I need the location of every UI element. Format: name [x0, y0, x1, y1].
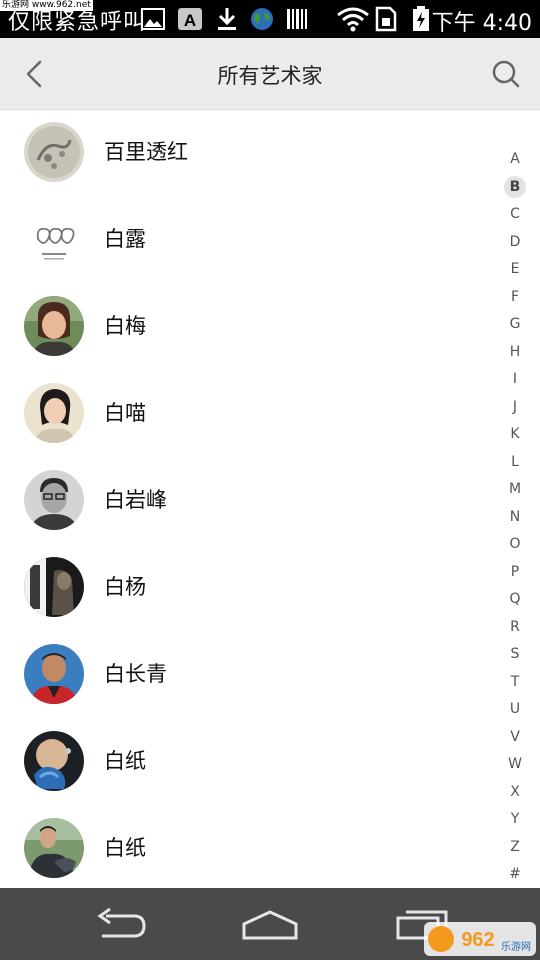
globe-icon	[251, 8, 273, 30]
sim-card-icon	[375, 6, 397, 32]
clock: 下午 4:40	[432, 5, 532, 37]
artist-name: 白梅	[104, 314, 146, 338]
index-letter[interactable]: R	[500, 616, 530, 638]
time-value: 4:40	[482, 11, 532, 36]
battery-charging-icon	[413, 6, 429, 31]
artist-avatar	[24, 731, 84, 791]
index-letter[interactable]: Z	[500, 836, 530, 858]
artist-name: 白岩峰	[104, 488, 167, 512]
index-letter[interactable]: D	[500, 231, 530, 253]
index-letter[interactable]: S	[500, 643, 530, 665]
artist-row[interactable]: 白梅	[0, 284, 500, 371]
watermark: 乐游网 www.962.net	[0, 0, 93, 11]
watermark-site: 乐游网	[501, 940, 531, 953]
status-bar: 仅限紧急呼叫 乐游网 www.962.net A 下午 4:40	[0, 0, 540, 38]
artist-avatar	[24, 470, 84, 530]
index-letter[interactable]: H	[500, 341, 530, 363]
index-letter[interactable]: X	[500, 781, 530, 803]
search-icon[interactable]	[490, 58, 522, 90]
download-icon	[218, 8, 236, 30]
artist-name: 白杨	[104, 575, 146, 599]
index-letter[interactable]: T	[500, 671, 530, 693]
index-letter[interactable]: F	[500, 286, 530, 308]
artist-row[interactable]: 白露	[0, 197, 500, 284]
artist-row[interactable]: 白岩峰	[0, 458, 500, 545]
watermark-number: 962	[461, 929, 494, 951]
barcode-icon	[287, 9, 307, 29]
page-title: 所有艺术家	[217, 64, 323, 88]
artist-avatar	[24, 296, 84, 356]
index-letter[interactable]: L	[500, 451, 530, 473]
artist-row[interactable]: 白长青	[0, 632, 500, 719]
artist-row[interactable]: 白喵	[0, 371, 500, 458]
index-letter[interactable]: U	[500, 698, 530, 720]
watermark-logo: 962 乐游网	[424, 922, 536, 956]
index-letter[interactable]: K	[500, 423, 530, 445]
back-nav-icon[interactable]	[92, 906, 148, 942]
artist-name: 白露	[104, 227, 146, 251]
index-letter[interactable]: I	[500, 368, 530, 390]
artist-row[interactable]: 白纸	[0, 719, 500, 806]
artist-row[interactable]: 白纸	[0, 806, 500, 893]
index-letter[interactable]: #	[500, 863, 530, 885]
index-letter[interactable]: G	[500, 313, 530, 335]
index-letter[interactable]: Q	[500, 588, 530, 610]
artist-name: 白长青	[104, 662, 167, 686]
artist-row[interactable]: 百里透红	[0, 110, 500, 197]
index-letter[interactable]: O	[500, 533, 530, 555]
index-letter[interactable]: P	[500, 561, 530, 583]
header-bar: 所有艺术家	[0, 38, 540, 110]
artist-row[interactable]: 白杨	[0, 545, 500, 632]
font-a-icon: A	[178, 8, 202, 30]
system-navigation-bar: 962 乐游网	[0, 888, 540, 960]
artist-name: 白纸	[104, 749, 146, 773]
artist-avatar	[24, 383, 84, 443]
image-icon	[141, 8, 165, 30]
index-letter[interactable]: A	[500, 148, 530, 170]
artist-avatar	[24, 818, 84, 878]
index-letter[interactable]: N	[500, 506, 530, 528]
svg-text:A: A	[184, 11, 196, 30]
artist-name: 白纸	[104, 836, 146, 860]
artist-avatar	[24, 209, 84, 269]
artist-avatar	[24, 557, 84, 617]
artist-name: 百里透红	[104, 140, 188, 164]
index-letter[interactable]: Y	[500, 808, 530, 830]
wifi-icon	[337, 7, 369, 32]
index-letter[interactable]: C	[500, 203, 530, 225]
time-period: 下午	[431, 11, 476, 36]
artist-avatar	[24, 644, 84, 704]
artist-name: 白喵	[104, 401, 146, 425]
index-letter[interactable]: B	[504, 175, 526, 198]
home-nav-icon[interactable]	[240, 906, 300, 942]
index-letter[interactable]: E	[500, 258, 530, 280]
index-letter[interactable]: V	[500, 726, 530, 748]
index-letter[interactable]: M	[500, 478, 530, 500]
index-letter[interactable]: J	[500, 396, 530, 418]
artist-avatar	[24, 122, 84, 182]
index-letter[interactable]: W	[500, 753, 530, 775]
